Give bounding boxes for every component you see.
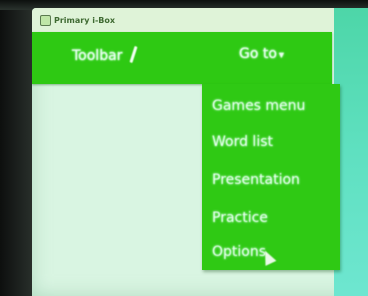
main-toolbar: Toolbar Go to ▾	[32, 32, 332, 84]
menu-item-word-list[interactable]: Word list	[212, 134, 273, 150]
monitor-bezel	[0, 0, 34, 296]
toolbar-button-label: Toolbar	[72, 48, 123, 64]
chevron-down-icon: ▾	[278, 50, 284, 61]
pencil-icon	[129, 45, 138, 64]
window-title: Primary i-Box	[54, 15, 116, 25]
menu-item-presentation[interactable]: Presentation	[212, 172, 300, 188]
app-icon	[40, 14, 51, 26]
menu-item-practice[interactable]: Practice	[212, 210, 268, 226]
goto-button-label: Go to	[239, 46, 277, 62]
goto-dropdown-menu: Games menu Word list Presentation Practi…	[202, 84, 340, 270]
menu-item-options[interactable]: Options	[212, 244, 266, 260]
goto-button[interactable]: Go to ▾	[239, 46, 284, 62]
window-titlebar: Primary i-Box	[32, 8, 334, 32]
menu-item-games-menu[interactable]: Games menu	[212, 98, 305, 114]
toolbar-button[interactable]: Toolbar	[72, 45, 138, 64]
app-window: Primary i-Box Toolbar Go to ▾ Games menu …	[32, 8, 368, 296]
